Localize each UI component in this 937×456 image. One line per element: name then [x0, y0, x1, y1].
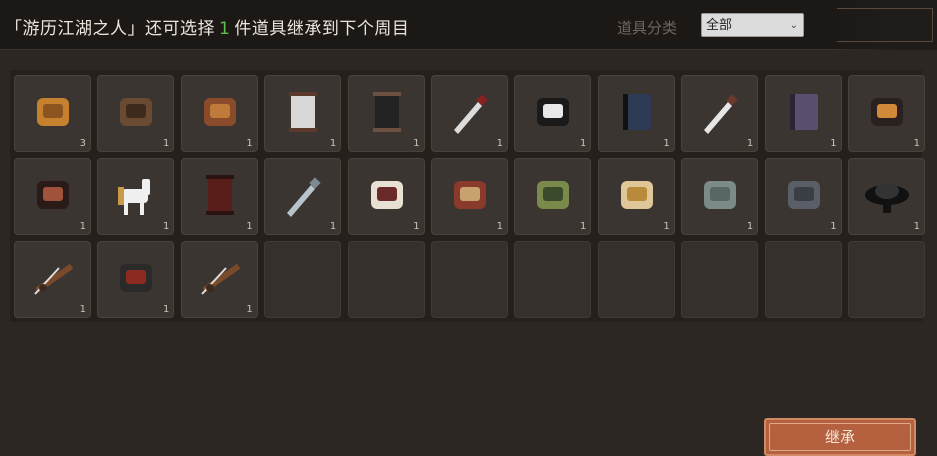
header-ornament	[827, 0, 937, 50]
item-slot[interactable]: 1	[681, 75, 759, 152]
item-quantity: 1	[246, 304, 253, 315]
item-quantity: 1	[496, 138, 503, 149]
item-quantity: 1	[163, 221, 170, 232]
item-slot[interactable]: 1	[431, 75, 508, 152]
item-quantity: 1	[746, 221, 754, 232]
empty-slot[interactable]	[597, 241, 675, 318]
inherit-button-label: 继承	[824, 428, 855, 446]
item-slot[interactable]: 1	[264, 158, 342, 235]
item-slot[interactable]: 3	[14, 75, 91, 152]
category-select[interactable]: 全部 ⌄	[701, 13, 804, 37]
item-slot[interactable]: 1	[347, 75, 425, 152]
item-slot[interactable]: 1	[97, 241, 175, 318]
item-slot[interactable]: 1	[848, 75, 925, 152]
item-quantity: 1	[830, 221, 837, 232]
empty-slot[interactable]	[431, 241, 508, 318]
item-slot[interactable]: 1	[264, 75, 342, 152]
empty-slot[interactable]	[681, 241, 759, 318]
title-prefix: 「游历江湖之人」还可选择	[5, 19, 215, 39]
item-quantity: 1	[830, 138, 837, 149]
empty-slot[interactable]	[764, 241, 842, 318]
item-slot[interactable]: 1	[14, 241, 91, 318]
item-quantity: 1	[163, 304, 170, 315]
item-slot[interactable]: 1	[347, 158, 425, 235]
item-quantity: 1	[913, 221, 920, 232]
item-slot[interactable]: 1	[514, 75, 592, 152]
empty-slot[interactable]	[264, 241, 342, 318]
item-slot[interactable]: 1	[764, 75, 842, 152]
item-quantity: 1	[580, 221, 587, 232]
title-suffix: 件道具继承到下个周目	[234, 19, 410, 39]
item-slot[interactable]: 1	[180, 75, 258, 152]
item-slot[interactable]: 1	[97, 158, 175, 235]
item-slot[interactable]: 1	[597, 158, 675, 235]
item-slot[interactable]: 1	[848, 158, 925, 235]
item-quantity: 1	[496, 221, 503, 232]
item-quantity: 1	[663, 221, 670, 232]
category-value: 全部	[706, 18, 733, 33]
item-slot[interactable]: 1	[764, 158, 842, 235]
item-slot[interactable]: 1	[180, 241, 258, 318]
item-slot[interactable]: 1	[597, 75, 675, 152]
item-slot[interactable]: 1	[681, 158, 759, 235]
item-quantity: 1	[79, 221, 86, 232]
inherit-button[interactable]: 继承	[764, 418, 916, 456]
item-quantity: 1	[663, 138, 670, 149]
item-quantity: 1	[329, 138, 337, 149]
item-quantity: 1	[413, 138, 420, 149]
item-quantity: 3	[79, 138, 86, 149]
item-slot[interactable]: 1	[514, 158, 592, 235]
empty-slot[interactable]	[347, 241, 425, 318]
ornament-frame	[837, 8, 933, 42]
item-slot[interactable]: 1	[431, 158, 508, 235]
item-quantity: 1	[746, 138, 754, 149]
item-quantity: 1	[246, 138, 253, 149]
category-label: 道具分类	[617, 19, 678, 37]
item-slot[interactable]: 1	[14, 158, 91, 235]
title-text: 「游历江湖之人」还可选择 1 件道具继承到下个周目	[5, 14, 409, 39]
item-quantity: 1	[329, 221, 337, 232]
item-quantity: 1	[413, 221, 420, 232]
item-quantity: 1	[580, 138, 587, 149]
item-slot[interactable]: 1	[180, 158, 258, 235]
item-quantity: 1	[913, 138, 920, 149]
remaining-count: 1	[219, 19, 231, 39]
empty-slot[interactable]	[514, 241, 592, 318]
chevron-down-icon: ⌄	[789, 20, 798, 31]
item-quantity: 1	[246, 221, 253, 232]
item-quantity: 1	[79, 304, 86, 315]
header-bar: 「游历江湖之人」还可选择 1 件道具继承到下个周目 道具分类 全部 ⌄	[0, 0, 937, 50]
item-slot[interactable]: 1	[97, 75, 175, 152]
item-quantity: 1	[163, 138, 170, 149]
empty-slot[interactable]	[848, 241, 925, 318]
